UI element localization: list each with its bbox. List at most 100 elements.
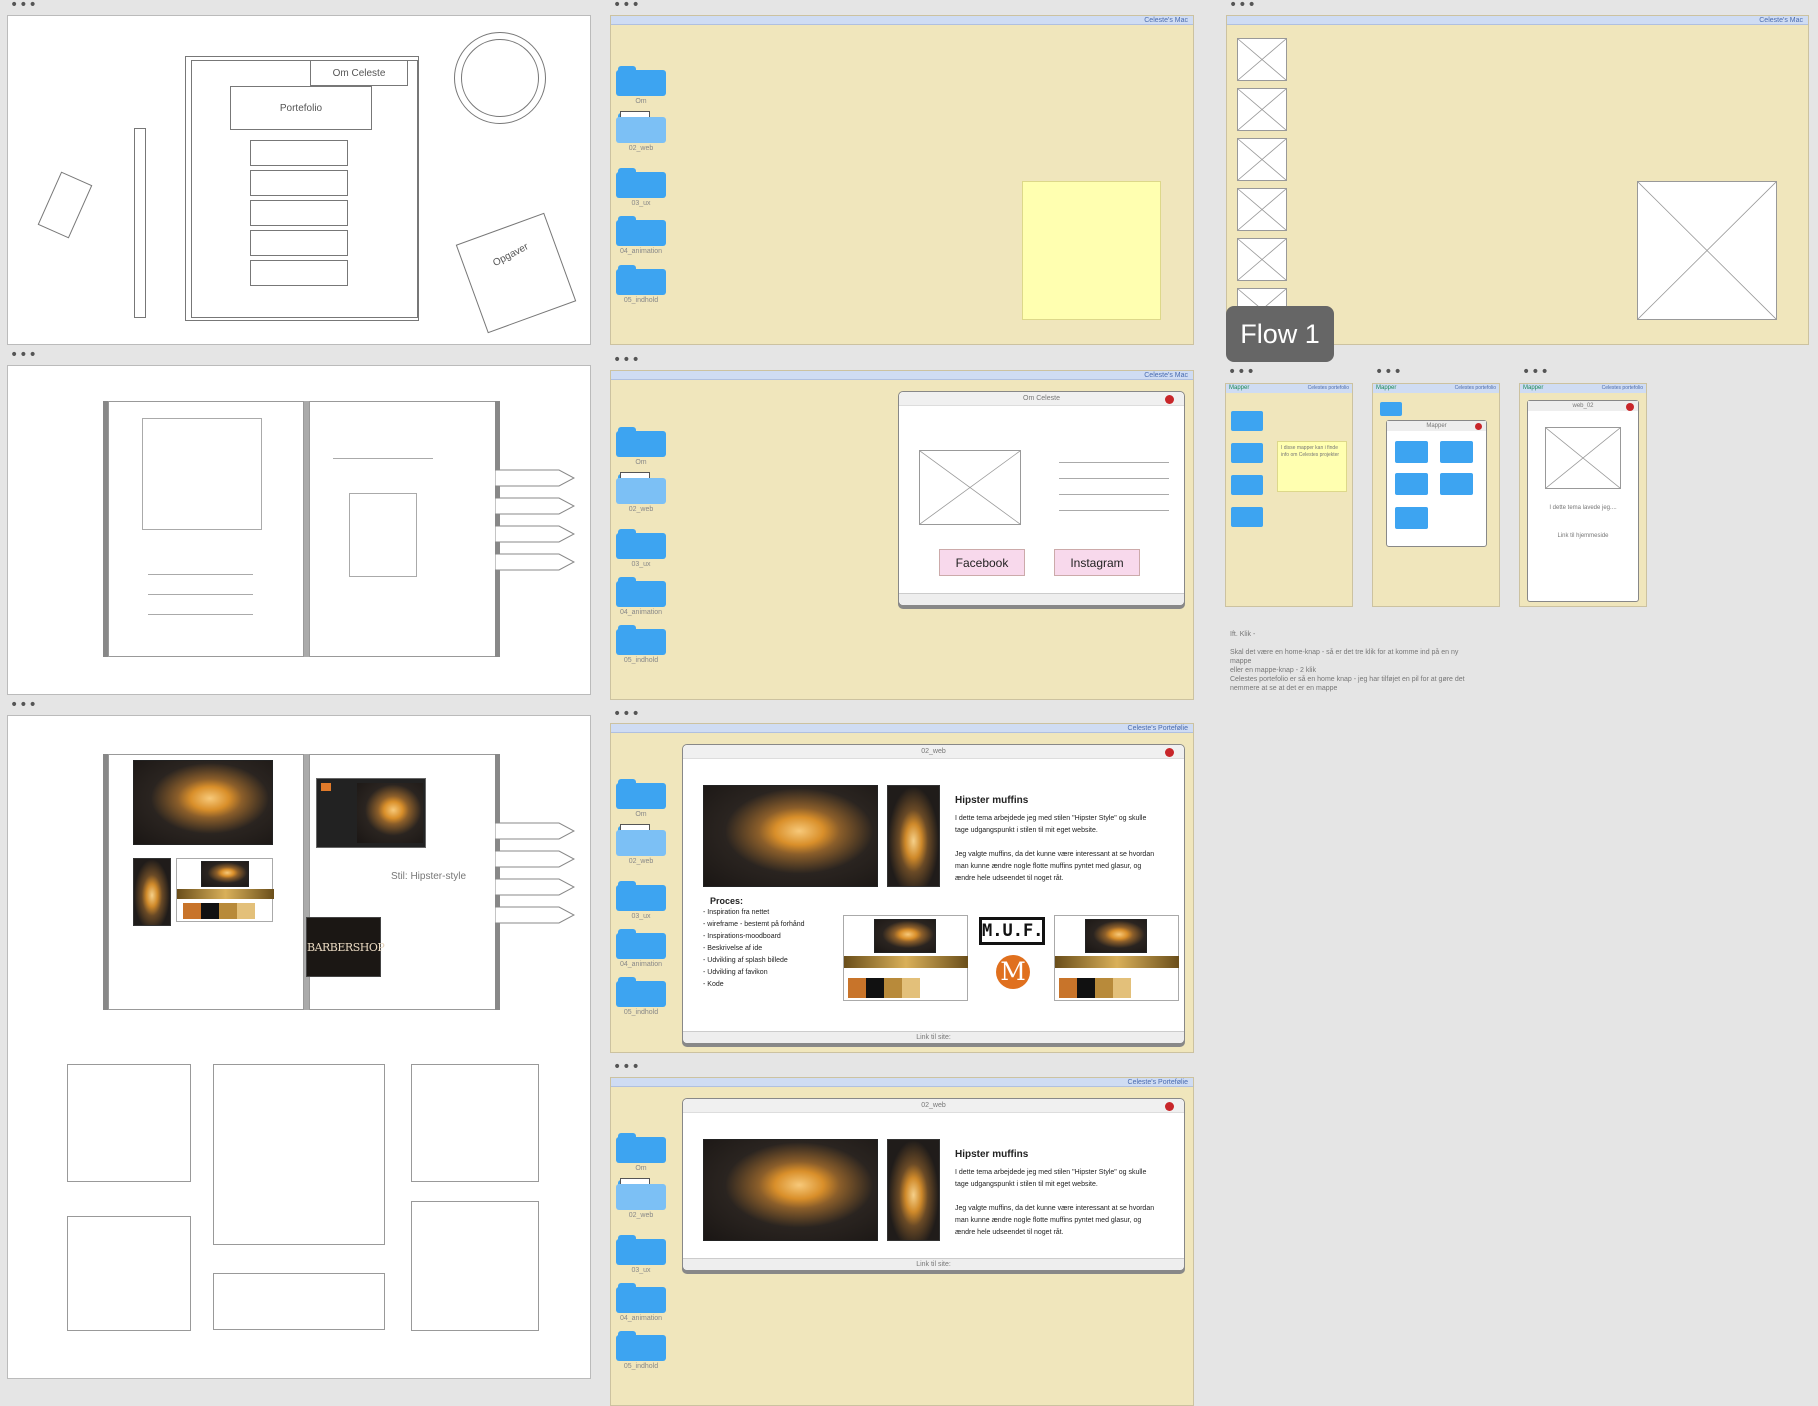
flow-start-label[interactable]: Flow 1 xyxy=(1226,306,1334,362)
mood-banner xyxy=(844,956,968,968)
style-label: Stil: Hipster-style xyxy=(391,871,467,882)
folder-om[interactable]: Om xyxy=(616,66,666,105)
placeholder-box xyxy=(67,1216,191,1331)
wire-slot xyxy=(250,140,348,166)
swatch-sand xyxy=(237,903,255,919)
menubar: Mapper Celestes portefolio xyxy=(1226,384,1352,393)
swatch xyxy=(902,978,920,998)
folder-05-indhold[interactable]: 05_indhold xyxy=(616,977,666,1016)
folder-02-web[interactable]: 02_web xyxy=(616,472,666,513)
frame-menu-dots[interactable]: ••• xyxy=(613,707,641,721)
process-item: - Kode xyxy=(703,981,724,988)
menubar-left: Mapper xyxy=(1229,385,1250,391)
annotation-line: eller en mappe-knap - 2 klik xyxy=(1230,667,1316,674)
menubar-left: Mapper xyxy=(1523,385,1544,391)
wire-portfolio: Portefolio xyxy=(230,86,372,130)
folder-02-web[interactable]: 02_web xyxy=(616,111,666,152)
window-footer xyxy=(899,593,1184,605)
process-item: - Beskrivelse af ide xyxy=(703,945,763,952)
folder-icon[interactable] xyxy=(1395,441,1428,463)
home-link[interactable]: Link til hjemmeside xyxy=(1528,533,1638,539)
sketch-board-1: Om Celeste Portefolio Opgaver xyxy=(7,15,591,345)
folder-03-ux[interactable]: 03_ux xyxy=(616,529,666,568)
annotation-line: Skal det være en home-knap - så er det t… xyxy=(1230,649,1459,665)
folder-label: 02_web xyxy=(628,1212,654,1219)
frame-menu-dots[interactable]: ••• xyxy=(10,0,38,12)
wire-slot xyxy=(250,200,348,226)
text-line xyxy=(1059,494,1169,495)
folder-02-web[interactable]: 02_web xyxy=(616,1178,666,1219)
frame-menu-dots[interactable]: ••• xyxy=(1522,365,1550,379)
frame-menu-dots[interactable]: ••• xyxy=(1229,0,1257,12)
folder-05-indhold[interactable]: 05_indhold xyxy=(616,265,666,304)
folder-placeholder[interactable] xyxy=(1237,38,1287,81)
frame-menu-dots[interactable]: ••• xyxy=(1228,365,1256,379)
close-icon[interactable] xyxy=(1165,1102,1174,1111)
close-icon[interactable] xyxy=(1165,748,1174,757)
mood-collage xyxy=(176,858,274,922)
folder-05-indhold[interactable]: 05_indhold xyxy=(616,1331,666,1370)
wire-pencil xyxy=(134,128,146,318)
window-titlebar: web_02 xyxy=(1528,401,1638,411)
folder-label: 05_indhold xyxy=(623,657,659,664)
folder-03-ux[interactable]: 03_ux xyxy=(616,168,666,207)
folder-icon[interactable] xyxy=(1395,507,1428,529)
tab-arrow xyxy=(495,822,575,840)
folder-04-animation[interactable]: 04_animation xyxy=(616,1283,666,1322)
instagram-button[interactable]: Instagram xyxy=(1054,549,1140,576)
process-item: - Udvikling af favikon xyxy=(703,969,768,976)
folder-icon[interactable] xyxy=(1231,507,1263,527)
folder-03-ux[interactable]: 03_ux xyxy=(616,1235,666,1274)
folder-icon[interactable] xyxy=(1395,473,1428,495)
facebook-button[interactable]: Facebook xyxy=(939,549,1025,576)
folder-icon[interactable] xyxy=(1440,473,1473,495)
menubar-title: Celeste's Mac xyxy=(1759,17,1803,24)
swatch xyxy=(884,978,902,998)
window-title: Mapper xyxy=(1426,423,1447,429)
folder-icon[interactable] xyxy=(1231,443,1263,463)
link-to-site[interactable]: Link til site: xyxy=(683,1258,1184,1270)
folder-04-animation[interactable]: 04_animation xyxy=(616,929,666,968)
folder-icon[interactable] xyxy=(1231,475,1263,495)
frame-menu-dots[interactable]: ••• xyxy=(613,353,641,367)
folder-om[interactable]: Om xyxy=(616,779,666,818)
folder-02-web[interactable]: 02_web xyxy=(616,824,666,865)
window-titlebar: Om Celeste xyxy=(899,392,1184,406)
wire-text-line xyxy=(148,574,253,575)
folder-placeholder[interactable] xyxy=(1237,88,1287,131)
folder-04-animation[interactable]: 04_animation xyxy=(616,577,666,616)
menubar-title: Celeste's Portefølie xyxy=(1127,725,1188,732)
web-window: web_02 I dette tema lavede jeg.... Link … xyxy=(1527,400,1639,602)
frame-menu-dots[interactable]: ••• xyxy=(613,1060,641,1074)
folder-label: Om xyxy=(635,459,647,466)
mobile-frame-3: Mapper Celestes portefolio web_02 I dett… xyxy=(1519,383,1647,607)
menubar: Celeste's Portefølie xyxy=(611,1078,1193,1087)
tab-arrow xyxy=(495,906,575,924)
wire-plate-inner xyxy=(461,39,539,117)
folder-om[interactable]: Om xyxy=(616,1133,666,1172)
folder-05-indhold[interactable]: 05_indhold xyxy=(616,625,666,664)
link-to-site[interactable]: Link til site: xyxy=(683,1031,1184,1043)
frame-menu-dots[interactable]: ••• xyxy=(1375,365,1403,379)
frame-menu-dots[interactable]: ••• xyxy=(10,348,38,362)
muffin-photo-tall xyxy=(887,1139,940,1241)
folder-placeholder[interactable] xyxy=(1237,188,1287,231)
folder-placeholder[interactable] xyxy=(1237,138,1287,181)
close-icon[interactable] xyxy=(1475,423,1482,430)
folder-om[interactable]: Om xyxy=(616,427,666,466)
folder-label: Om xyxy=(635,98,647,105)
folder-placeholder[interactable] xyxy=(1237,238,1287,281)
frame-menu-dots[interactable]: ••• xyxy=(10,698,38,712)
splash-logo xyxy=(321,783,331,791)
folder-icon[interactable] xyxy=(1440,441,1473,463)
menubar: Mapper Celestes portefolio xyxy=(1520,384,1646,393)
close-icon[interactable] xyxy=(1165,395,1174,404)
close-icon[interactable] xyxy=(1626,403,1634,411)
folder-03-ux[interactable]: 03_ux xyxy=(616,881,666,920)
sticky-note[interactable] xyxy=(1022,181,1161,320)
folder-04-animation[interactable]: 04_animation xyxy=(616,216,666,255)
folder-icon[interactable] xyxy=(1380,402,1402,416)
desktop-frame-1: Celeste's Mac Om 02_web 03_ux 04_animati… xyxy=(610,15,1194,345)
frame-menu-dots[interactable]: ••• xyxy=(613,0,641,12)
folder-icon[interactable] xyxy=(1231,411,1263,431)
